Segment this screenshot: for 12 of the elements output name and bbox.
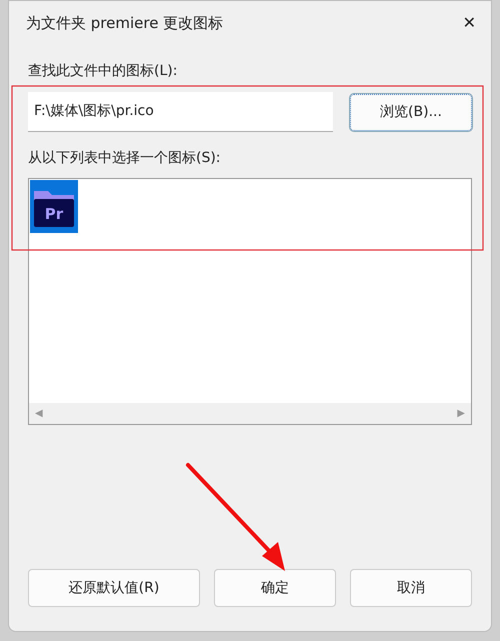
icon-item[interactable]: Pr bbox=[30, 180, 78, 233]
dialog-button[interactable]: 确定 bbox=[214, 569, 336, 607]
file-label: 查找此文件中的图标(L): bbox=[28, 62, 178, 81]
dialog-button[interactable]: 还原默认值(R) bbox=[28, 569, 200, 607]
file-path-field[interactable]: F:\媒体\图标\pr.ico bbox=[28, 92, 333, 132]
folder-icon bbox=[34, 190, 74, 226]
window-title: 为文件夹 premiere 更改图标 bbox=[26, 12, 224, 34]
list-label: 从以下列表中选择一个图标(S): bbox=[28, 149, 221, 168]
close-button[interactable]: ✕ bbox=[458, 11, 480, 35]
browse-button[interactable]: 浏览(B)... bbox=[350, 94, 472, 130]
icon-label: Pr bbox=[44, 204, 64, 222]
dialog-button[interactable]: 取消 bbox=[350, 569, 472, 607]
